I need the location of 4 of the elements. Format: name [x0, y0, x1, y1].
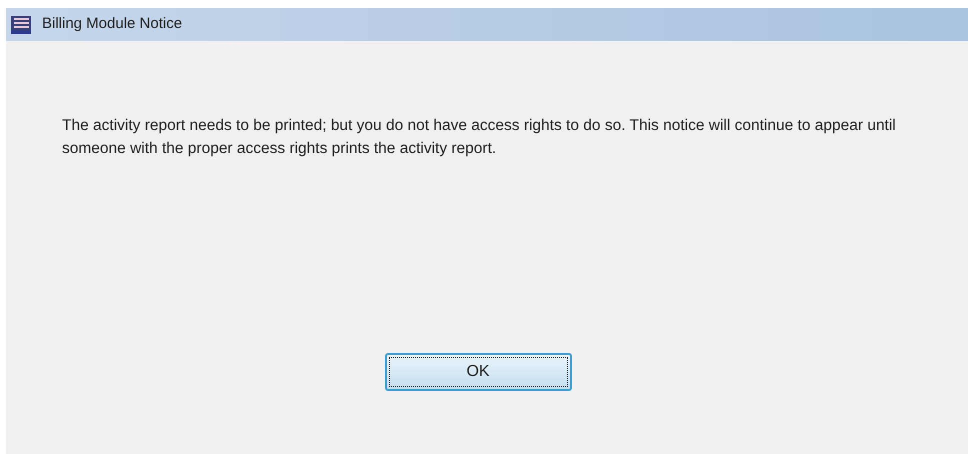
ok-button[interactable]: OK — [384, 353, 572, 391]
app-icon — [10, 14, 32, 34]
window-title: Billing Module Notice — [42, 14, 182, 34]
notice-message: The activity report needs to be printed; but you do not have access rights to do so. This notice will continue to appear until someone with the proper access rights prints the activity report. — [62, 116, 897, 159]
